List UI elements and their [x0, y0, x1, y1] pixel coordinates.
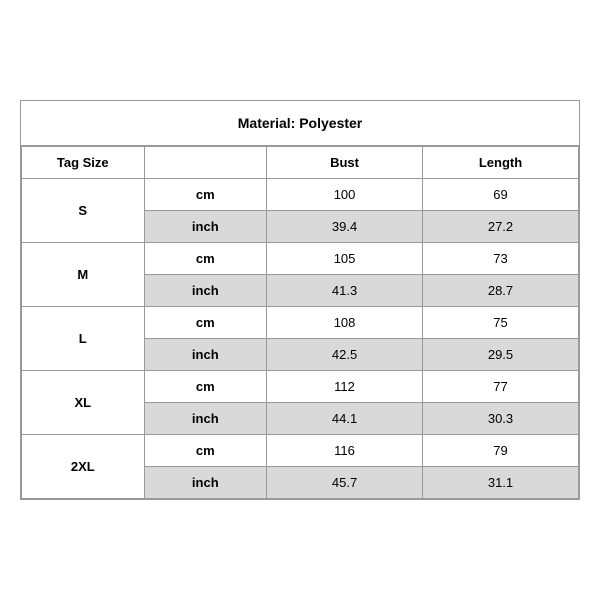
length-cm-value: 73 [423, 243, 579, 275]
bust-inch-value: 44.1 [267, 403, 423, 435]
length-header: Length [423, 147, 579, 179]
bust-inch-value: 42.5 [267, 339, 423, 371]
unit-cm-cell: cm [144, 307, 267, 339]
table-row: XLcm11277 [22, 371, 579, 403]
length-cm-value: 79 [423, 435, 579, 467]
length-inch-value: 27.2 [423, 211, 579, 243]
chart-title: Material: Polyester [21, 101, 579, 146]
unit-cm-cell: cm [144, 371, 267, 403]
unit-cm-cell: cm [144, 243, 267, 275]
bust-header: Bust [267, 147, 423, 179]
bust-cm-value: 112 [267, 371, 423, 403]
tag-size-cell: L [22, 307, 145, 371]
length-inch-value: 31.1 [423, 467, 579, 499]
length-cm-value: 75 [423, 307, 579, 339]
length-inch-value: 29.5 [423, 339, 579, 371]
bust-inch-value: 41.3 [267, 275, 423, 307]
bust-inch-value: 39.4 [267, 211, 423, 243]
unit-inch-cell: inch [144, 275, 267, 307]
length-cm-value: 77 [423, 371, 579, 403]
table-row: Scm10069 [22, 179, 579, 211]
unit-cm-cell: cm [144, 179, 267, 211]
tag-size-header: Tag Size [22, 147, 145, 179]
unit-inch-cell: inch [144, 403, 267, 435]
size-table: Tag Size Bust Length Scm10069inch39.427.… [21, 146, 579, 499]
length-cm-value: 69 [423, 179, 579, 211]
unit-cm-cell: cm [144, 435, 267, 467]
table-row: Mcm10573 [22, 243, 579, 275]
size-chart: Material: Polyester Tag Size Bust Length… [20, 100, 580, 500]
tag-size-cell: XL [22, 371, 145, 435]
bust-cm-value: 108 [267, 307, 423, 339]
unit-inch-cell: inch [144, 467, 267, 499]
length-inch-value: 28.7 [423, 275, 579, 307]
unit-inch-cell: inch [144, 211, 267, 243]
table-row: Lcm10875 [22, 307, 579, 339]
bust-cm-value: 100 [267, 179, 423, 211]
tag-size-cell: S [22, 179, 145, 243]
bust-inch-value: 45.7 [267, 467, 423, 499]
unit-inch-cell: inch [144, 339, 267, 371]
unit-header [144, 147, 267, 179]
tag-size-cell: M [22, 243, 145, 307]
length-inch-value: 30.3 [423, 403, 579, 435]
bust-cm-value: 116 [267, 435, 423, 467]
table-row: 2XLcm11679 [22, 435, 579, 467]
tag-size-cell: 2XL [22, 435, 145, 499]
bust-cm-value: 105 [267, 243, 423, 275]
